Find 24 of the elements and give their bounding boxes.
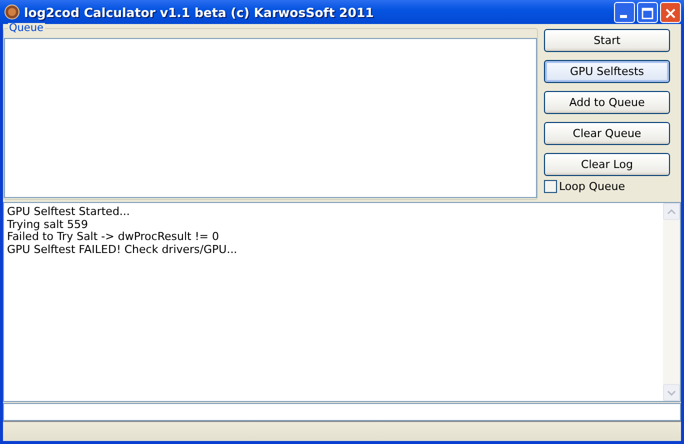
log-line: GPU Selftest FAILED! Check drivers/GPU... — [7, 244, 238, 256]
chevron-up-icon — [667, 208, 676, 214]
minimize-icon — [620, 14, 627, 18]
minimize-button[interactable] — [614, 2, 635, 22]
chevron-down-icon — [667, 390, 676, 396]
action-button[interactable]: Add to Queue — [544, 91, 670, 114]
maximize-button[interactable] — [637, 2, 658, 22]
queue-label: Queue — [8, 23, 44, 34]
action-button[interactable]: Clear Log — [544, 153, 670, 176]
log-line: GPU Selftest Started... — [7, 206, 131, 218]
input-field[interactable] — [3, 403, 681, 421]
log-line: Failed to Try Salt -> dwProcResult != 0 — [7, 231, 220, 244]
scroll-down-button[interactable] — [663, 384, 680, 401]
scroll-up-button[interactable] — [663, 203, 680, 220]
log-line: Trying salt 559 — [7, 218, 89, 231]
action-button[interactable]: GPU Selftests — [544, 60, 670, 83]
action-button[interactable]: Clear Queue — [544, 122, 670, 145]
loop-queue-checkbox[interactable] — [544, 180, 557, 193]
app-icon — [4, 4, 20, 20]
action-button[interactable]: Start — [544, 29, 670, 52]
checkbox-label: Loop Queue — [559, 180, 626, 193]
close-button[interactable] — [660, 2, 681, 22]
scrollbar[interactable] — [663, 203, 680, 401]
window-title: log2cod Calculator v1.1 beta (c) KarwosSoft 2011 — [24, 4, 375, 20]
